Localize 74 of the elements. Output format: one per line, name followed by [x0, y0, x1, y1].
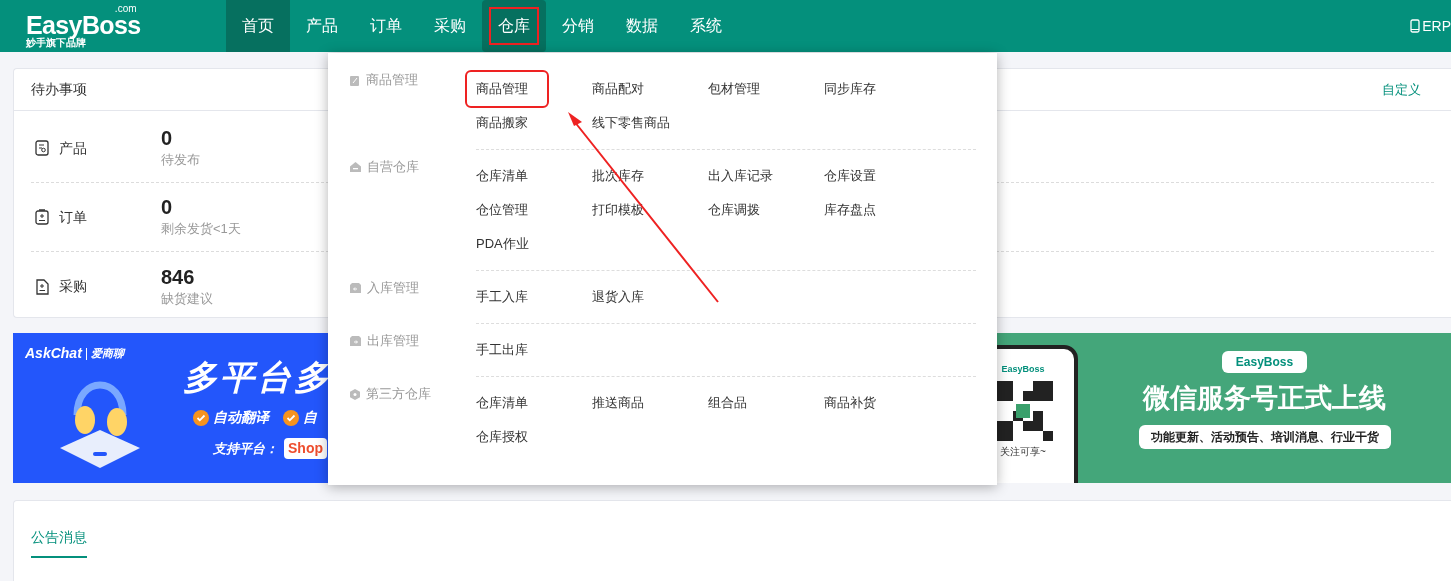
menu-link[interactable]: 仓库调拨: [699, 193, 779, 227]
logo-text: EasyBoss: [26, 12, 141, 37]
menu-link[interactable]: 退货入库: [583, 280, 663, 314]
nav-tab[interactable]: 采购: [418, 0, 482, 52]
feature-text: 自动翻译: [213, 408, 269, 427]
nav-tab[interactable]: 订单: [354, 0, 418, 52]
phone-brand: EasyBoss: [1001, 363, 1045, 376]
check-circle-icon: [283, 409, 299, 426]
todo-label: 采购: [59, 277, 87, 296]
tag-icon: [350, 74, 360, 86]
menu-link[interactable]: 组合品: [699, 386, 779, 420]
menu-link[interactable]: 推送商品: [583, 386, 663, 420]
logo-suffix: .com: [114, 3, 137, 13]
todo-count: 846: [161, 264, 196, 289]
menu-section-title: 第三方仓库: [366, 385, 431, 404]
logo-tagline: 妙手旗下品牌: [26, 36, 86, 49]
menu-link[interactable]: PDA作业: [467, 227, 547, 261]
home-icon: [350, 162, 361, 172]
menu-link[interactable]: 线下零售商品: [583, 106, 679, 140]
todo-caption: 缺货建议: [161, 289, 213, 308]
menu-link[interactable]: 同步库存: [815, 72, 895, 106]
menu-link[interactable]: 仓库清单: [467, 386, 547, 420]
menu-section-title: 商品管理: [366, 71, 418, 90]
menu-section-title: 出库管理: [367, 332, 419, 351]
nav-tab[interactable]: 仓库: [482, 0, 546, 52]
clipboard-icon: [35, 209, 49, 225]
notice-tab[interactable]: 公告消息: [31, 527, 87, 558]
todo-label: 产品: [59, 138, 87, 158]
platform-label: 支持平台：: [213, 439, 278, 458]
menu-section-title: 入库管理: [367, 279, 419, 298]
phone-icon: [1410, 19, 1421, 33]
menu-link[interactable]: 仓位管理: [467, 193, 547, 227]
menu-link[interactable]: 手工入库: [467, 280, 547, 314]
menu-link[interactable]: 商品配对: [583, 72, 663, 106]
menu-link[interactable]: 商品补货: [815, 386, 895, 420]
nav-tab[interactable]: 产品: [290, 0, 354, 52]
menu-link[interactable]: 仓库设置: [815, 159, 895, 193]
customize-link[interactable]: 自定义: [1382, 79, 1421, 100]
banner-brand: AskChat: [25, 344, 82, 363]
menu-link[interactable]: 库存盘点: [815, 193, 895, 227]
hexagon-icon: [350, 388, 360, 400]
erp-link[interactable]: ERP: [1422, 15, 1451, 37]
banner-brand-cn: 爱商聊: [90, 346, 124, 362]
todo-caption: 待发布: [161, 151, 200, 169]
banner-headline: 微信服务号正式上线: [1143, 382, 1386, 415]
box-arrow-icon: [350, 336, 361, 346]
menu-link[interactable]: 打印模板: [583, 193, 663, 227]
brand-badge: EasyBoss: [1221, 351, 1308, 373]
menu-link[interactable]: 手工出库: [467, 333, 547, 367]
todo-label: 订单: [59, 207, 87, 227]
menu-link[interactable]: 仓库授权: [467, 420, 547, 454]
menu-link[interactable]: 仓库清单: [467, 159, 547, 193]
todo-count: 0: [161, 126, 174, 150]
banner-headline: 多平台多: [183, 357, 331, 397]
todo-caption: 剩余发货<1天: [161, 220, 241, 238]
nav-tab[interactable]: 数据: [610, 0, 674, 52]
menu-link[interactable]: 包材管理: [699, 72, 779, 106]
box-arrow-icon: [350, 283, 361, 293]
document-plus-icon: [35, 278, 49, 295]
feature-text: 自: [303, 408, 317, 427]
phone-caption: 关注可享~: [1000, 444, 1046, 459]
menu-section-title: 自营仓库: [367, 158, 419, 177]
menu-link[interactable]: 出入库记录: [699, 159, 782, 193]
card-title: 待办事项: [31, 80, 87, 99]
check-circle-icon: [193, 409, 209, 426]
document-search-icon: [35, 140, 49, 156]
nav-tab[interactable]: 系统: [674, 0, 738, 52]
todo-count: 0: [161, 195, 174, 219]
menu-link[interactable]: 商品搬家: [467, 106, 547, 140]
menu-link[interactable]: 商品管理: [467, 72, 547, 106]
banner-subline: 功能更新、活动预告、培训消息、行业干货: [1138, 425, 1391, 449]
nav-tab[interactable]: 分销: [546, 0, 610, 52]
nav-tab[interactable]: 首页: [226, 0, 290, 52]
platform-chip: Shop: [284, 438, 327, 459]
